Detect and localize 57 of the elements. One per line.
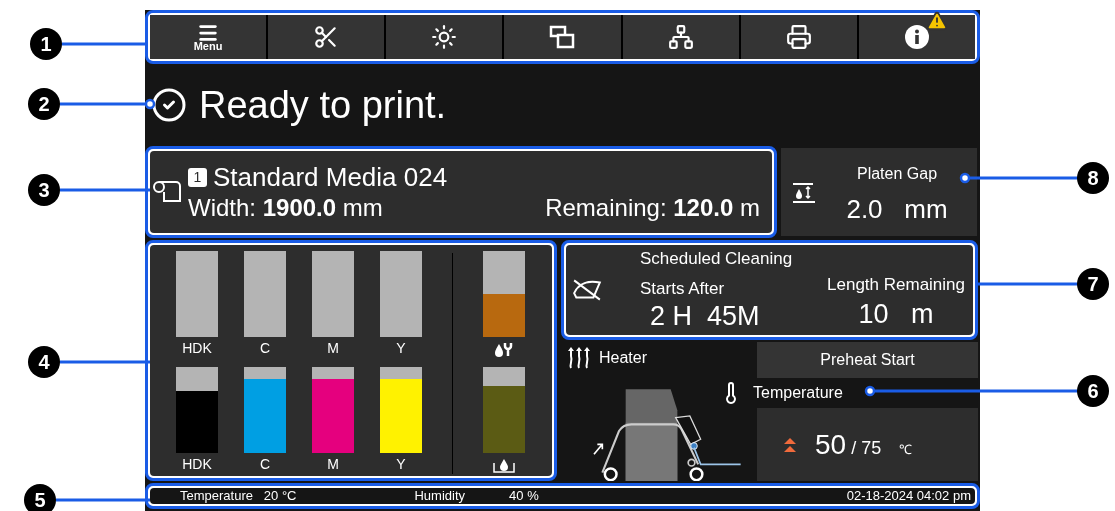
ink-label: C (259, 341, 271, 357)
platen-gap-icon (791, 180, 817, 204)
media-name: Standard Media 024 (213, 164, 448, 190)
platen-gap-title: Platen Gap (856, 164, 938, 184)
ink-label: M (327, 457, 339, 473)
media-width: Width: 1900.0 mm (188, 196, 383, 220)
info-icon (903, 24, 930, 50)
length-remaining-value: 10 m (858, 298, 934, 331)
waste-tank-icon (493, 457, 515, 473)
callout-number: 6 (1077, 375, 1109, 407)
cleaning-icon (572, 278, 602, 302)
callout-number: 3 (28, 174, 60, 206)
temperature-label: Temperature (753, 383, 843, 403)
preheat-start-button[interactable]: Preheat Start (757, 342, 978, 378)
windows-icon (549, 25, 576, 49)
toolbar-button[interactable]: Menu (150, 15, 267, 59)
menu-label: Menu (193, 41, 223, 52)
callout-number: 4 (28, 346, 60, 378)
toolbar-button[interactable] (268, 15, 385, 59)
network-icon (667, 24, 694, 50)
media-remaining: Remaining: 120.0 m (545, 196, 760, 220)
ink-label: Y (396, 341, 406, 357)
printer-icon (785, 24, 812, 50)
humidity-value: 40 % (509, 487, 539, 506)
toolbar-button[interactable] (386, 15, 503, 59)
platen-gap-value: 2.0 mm (846, 196, 948, 222)
toolbar-button[interactable] (740, 15, 857, 59)
ink-label: M (327, 341, 339, 357)
starts-after-label: Starts After (640, 278, 725, 300)
ink-label: HDK (182, 341, 212, 357)
heating-arrows-icon (783, 436, 797, 453)
temperature-reading: Temperature 20 °C (180, 487, 297, 506)
ink-label: HDK (182, 457, 212, 473)
date-time: 02-18-2024 04:02 pm (846, 487, 971, 506)
callout-number: 5 (24, 484, 56, 511)
media-number-badge: 1 (188, 167, 207, 187)
ink-label: C (259, 457, 271, 473)
heat-icon (567, 346, 591, 370)
callout-number: 2 (28, 88, 60, 120)
callout-number: 7 (1077, 268, 1109, 300)
toolbar-button[interactable] (504, 15, 621, 59)
heater-title: Heater (599, 348, 648, 368)
light-icon (431, 24, 458, 50)
callout-number: 1 (30, 28, 62, 60)
cleaning-title: Scheduled Cleaning (640, 248, 794, 270)
status-message: Ready to print. (199, 82, 447, 128)
temperature-value: 50 / 75 ℃ (815, 430, 913, 459)
starts-after-value: 2 H 45M (650, 300, 760, 332)
ink-label: Y (396, 457, 406, 473)
check-icon (151, 87, 187, 123)
toolbar-button[interactable] (622, 15, 739, 59)
menu-icon (197, 22, 220, 44)
humidity-label: Humidity (414, 487, 466, 506)
length-remaining-label: Length Remaining (827, 274, 965, 296)
media-roll-icon (152, 179, 182, 205)
drop-wrench-icon (494, 341, 514, 357)
callout-number: 8 (1077, 162, 1109, 194)
